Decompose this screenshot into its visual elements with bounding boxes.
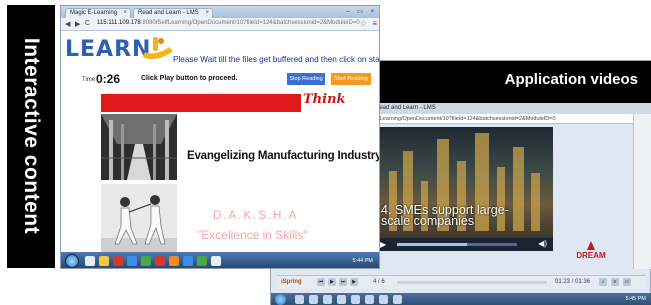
dream-logo-text: DREAM bbox=[576, 251, 606, 260]
fullscreen-icon[interactable]: ▭ bbox=[623, 278, 631, 286]
think-logo-text: Think bbox=[303, 92, 346, 107]
taskbar-app-icon[interactable] bbox=[99, 256, 109, 266]
video-player[interactable]: 4. SMEs support large- scale companies ▶… bbox=[375, 127, 553, 251]
stop-reading-button[interactable]: Stop Reading bbox=[287, 73, 325, 85]
video-browser-tab[interactable]: Read and Learn - LMS bbox=[371, 103, 651, 114]
slide-red-banner bbox=[101, 94, 301, 112]
taskbar-app-icon[interactable] bbox=[127, 256, 137, 266]
taskbar-app-icon[interactable] bbox=[337, 295, 346, 304]
taskbar-clock: 5:44 PM bbox=[352, 258, 373, 264]
slide-counter: 4 / 6 bbox=[373, 279, 385, 285]
think-logo: Think bbox=[303, 92, 346, 116]
menu-icon[interactable]: ≡ bbox=[372, 19, 377, 28]
reload-icon[interactable]: C bbox=[85, 20, 90, 27]
time-readout: 01:23 / 01:36 bbox=[555, 279, 591, 285]
time-label: Time bbox=[82, 77, 96, 83]
forward-icon[interactable]: ▶ bbox=[75, 20, 80, 28]
city-building bbox=[513, 147, 524, 231]
reading-controls: Time 0:26 Click Play button to proceed. … bbox=[79, 72, 371, 87]
taskbar-app-icon[interactable] bbox=[197, 256, 207, 266]
video-scrollbar[interactable] bbox=[633, 114, 651, 269]
dream-logo: DREAM bbox=[561, 241, 621, 267]
back-icon[interactable]: ◀ bbox=[65, 20, 70, 28]
taskbar-app-icon[interactable] bbox=[295, 295, 304, 304]
video-taskbar: 5:45 PM bbox=[271, 293, 651, 305]
proceed-instruction: Click Play button to proceed. bbox=[141, 75, 238, 82]
video-url: ...Learning/OpenDocument/10?fileId=124&b… bbox=[375, 116, 556, 122]
window-controls[interactable]: – ▭ × bbox=[346, 8, 377, 15]
banner-text: Interactive content bbox=[20, 37, 43, 235]
start-button[interactable] bbox=[275, 294, 286, 305]
caption-line-2: scale companies bbox=[381, 214, 475, 228]
ispring-player-bar: iSpring ⏮ ▶ ⏭ ▶ 4 / 6 01:23 / 01:36 ♪ ≡ … bbox=[277, 275, 646, 289]
tab-label: Magic E-Learning bbox=[70, 10, 118, 16]
timer-value: 0:26 bbox=[96, 72, 121, 86]
dream-arrow-icon bbox=[587, 241, 595, 250]
slide-headline: Evangelizing Manufacturing Industry bbox=[187, 150, 380, 162]
taskbar-app-icon[interactable] bbox=[169, 256, 179, 266]
tab-strip: Magic E-Learning × Read and Learn - LMS … bbox=[61, 6, 379, 18]
taskbar-app-icon[interactable] bbox=[323, 295, 332, 304]
start-reading-button[interactable]: Start Reading bbox=[331, 73, 371, 85]
daksha-title: D.A.K.S.H.A bbox=[213, 210, 299, 222]
factory-photo-art bbox=[101, 114, 177, 180]
address-path: :8080/SelfLearning/OpenDocument/10?fileI… bbox=[140, 20, 360, 26]
timeline-bar[interactable] bbox=[397, 281, 547, 284]
close-icon[interactable]: × bbox=[205, 10, 209, 16]
ispring-logo: iSpring bbox=[281, 279, 302, 285]
taskbar-app-icon[interactable] bbox=[183, 256, 193, 266]
windows-taskbar: 5:44 PM bbox=[61, 252, 379, 268]
taskbar-app-icon[interactable] bbox=[211, 256, 221, 266]
factory-photo bbox=[101, 114, 177, 180]
fencing-photo bbox=[101, 184, 177, 252]
video-caption: 4. SMEs support large- scale companies bbox=[381, 204, 509, 228]
volume-icon[interactable]: ♪ bbox=[599, 278, 607, 286]
tab-label: Read and Learn - LMS bbox=[138, 10, 199, 16]
bookmark-star-icon[interactable]: ☆ bbox=[360, 19, 367, 28]
city-building bbox=[531, 173, 540, 231]
close-icon[interactable]: × bbox=[123, 10, 127, 16]
play-pause-icon[interactable]: ▶ bbox=[328, 278, 336, 286]
learn-logo-mark-icon bbox=[143, 37, 173, 59]
taskbar-app-icon[interactable] bbox=[393, 295, 402, 304]
tab-magic-elearning[interactable]: Magic E-Learning × bbox=[65, 8, 131, 18]
taskbar-app-icon[interactable] bbox=[365, 295, 374, 304]
play-icon[interactable]: ▶ bbox=[380, 240, 386, 249]
next-slide-icon[interactable]: ▶ bbox=[350, 278, 358, 286]
address-bar-row: ◀ ▶ C 115.111.109.178:8080/SelfLearning/… bbox=[61, 18, 379, 31]
taskbar-app-icon[interactable] bbox=[351, 295, 360, 304]
video-header-title: Application videos bbox=[504, 71, 638, 88]
taskbar-app-icon[interactable] bbox=[155, 256, 165, 266]
address-field[interactable]: 115.111.109.178:8080/SelfLearning/OpenDo… bbox=[97, 20, 360, 26]
taskbar-app-icon[interactable] bbox=[309, 295, 318, 304]
forward-icon[interactable]: ⏭ bbox=[339, 278, 347, 286]
video-controls: ▶ ◀) bbox=[375, 238, 553, 251]
fencing-photo-art bbox=[101, 184, 177, 252]
taskbar-app-icon[interactable] bbox=[113, 256, 123, 266]
interactive-content-banner: Interactive content bbox=[7, 5, 55, 268]
address-host: 115.111.109.178 bbox=[97, 20, 141, 26]
video-progress-bar[interactable] bbox=[397, 243, 517, 246]
taskbar-app-icon[interactable] bbox=[141, 256, 151, 266]
volume-icon[interactable]: ◀) bbox=[538, 239, 547, 248]
taskbar-app-icon[interactable] bbox=[85, 256, 95, 266]
lms-screenshot: Magic E-Learning × Read and Learn - LMS … bbox=[60, 5, 380, 269]
excellence-tagline: "Excellence in Skills" bbox=[197, 228, 308, 242]
buffering-notice: Please Wait till the files get buffered … bbox=[173, 55, 380, 64]
taskbar-app-icon[interactable] bbox=[379, 295, 388, 304]
video-progress-fill bbox=[397, 243, 467, 246]
rewind-icon[interactable]: ⏮ bbox=[317, 278, 325, 286]
video-tab-label: Read and Learn - LMS bbox=[375, 105, 436, 111]
start-button[interactable] bbox=[65, 254, 79, 268]
menu-icon[interactable]: ≡ bbox=[611, 278, 619, 286]
video-address-bar[interactable]: ...Learning/OpenDocument/10?fileId=124&b… bbox=[371, 114, 651, 124]
taskbar-clock: 5:45 PM bbox=[625, 296, 646, 302]
tab-read-and-learn[interactable]: Read and Learn - LMS × bbox=[133, 8, 213, 18]
